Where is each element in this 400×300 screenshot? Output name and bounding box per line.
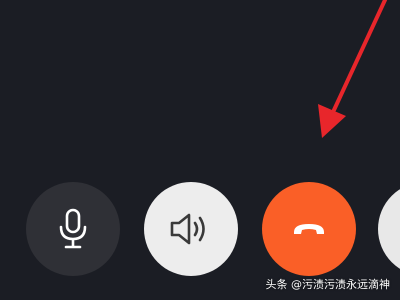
mute-microphone-button[interactable] <box>26 182 120 276</box>
watermark-text: 头条 @污渍污渍永远滴神 <box>265 278 391 291</box>
more-options-button[interactable] <box>378 182 400 276</box>
microphone-icon <box>56 207 90 251</box>
speaker-icon <box>168 209 214 249</box>
hang-up-button[interactable] <box>262 182 356 276</box>
call-screen: 头条 @污渍污渍永远滴神 <box>0 0 400 300</box>
hang-up-phone-icon <box>291 219 327 239</box>
speaker-button[interactable] <box>144 182 238 276</box>
